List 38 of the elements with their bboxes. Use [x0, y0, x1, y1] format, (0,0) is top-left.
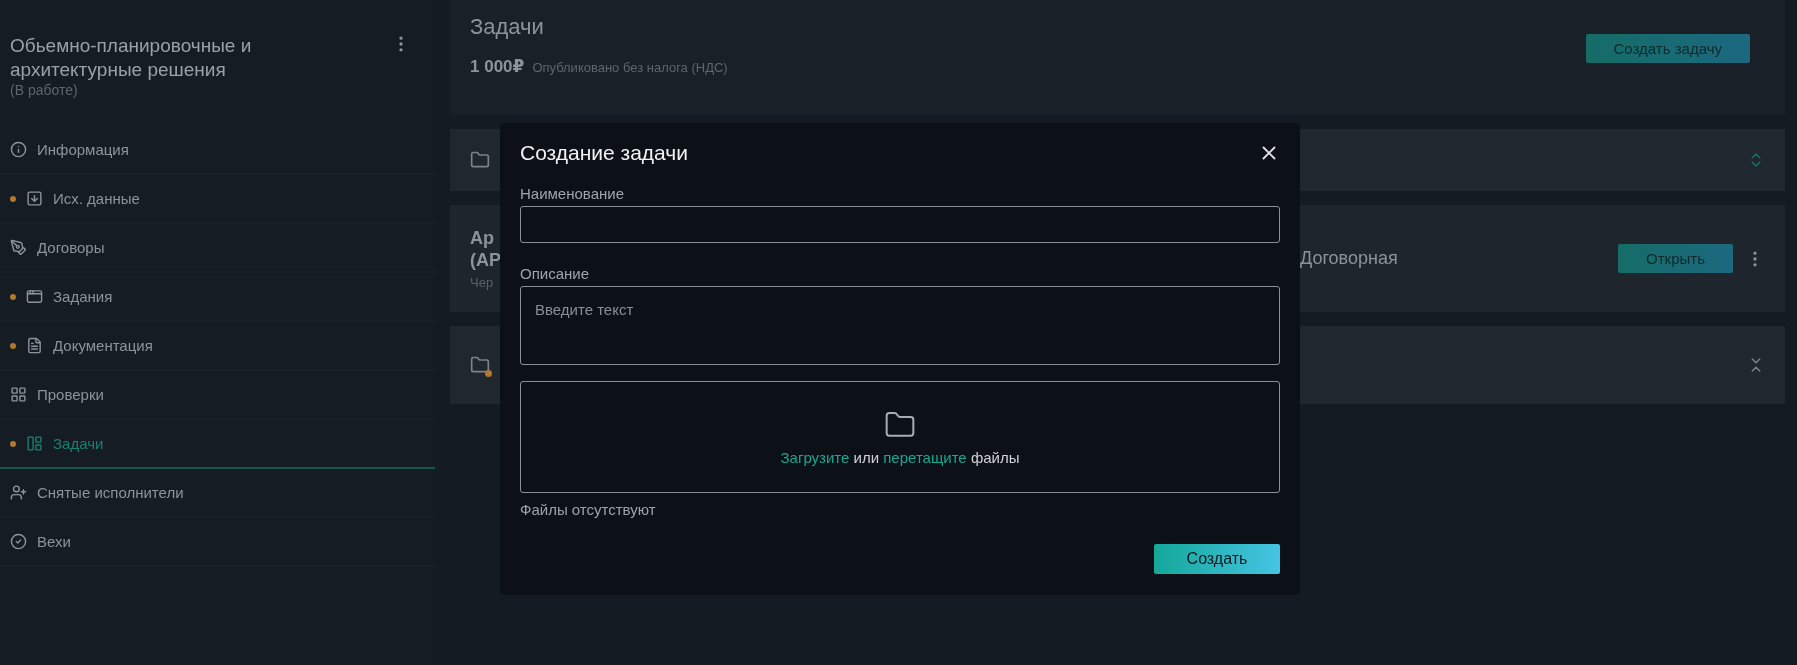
project-status: (В работе)	[10, 82, 79, 98]
item-icon	[26, 435, 43, 452]
modal-title: Создание задачи	[520, 141, 688, 165]
field-label: Наименование	[520, 185, 625, 202]
tax-note: Опубликовано без налога (НДС)	[532, 60, 728, 75]
sidebar-item[interactable]: Исх. данные	[0, 175, 435, 224]
sidebar-item[interactable]: Снятые исполнители	[0, 469, 435, 518]
sidebar-item[interactable]: Информация	[0, 126, 435, 175]
create-button[interactable]: Создать	[1154, 544, 1280, 574]
project-title: Обьемно-планировочные и архитектурные решения	[10, 34, 253, 82]
upload-link[interactable]: Загрузите	[780, 448, 850, 466]
task-price: Договорная	[1300, 248, 1399, 269]
task-title: (АР	[470, 249, 501, 271]
files-note: Файлы отсутствуют	[520, 501, 657, 518]
upload-link[interactable]: перетащите	[883, 448, 967, 466]
field-label: Описание	[520, 265, 591, 282]
description-field[interactable]: Введите текст	[520, 286, 1280, 365]
item-icon	[10, 239, 27, 256]
item-icon	[26, 337, 43, 354]
sidebar-item[interactable]: Задачи	[0, 420, 435, 469]
page-title: Задачи	[470, 14, 545, 40]
sidebar-item[interactable]: Договоры	[0, 224, 435, 273]
item-icon	[10, 484, 27, 501]
file-dropzone[interactable]: Загрузите или перетащите файлы	[520, 381, 1280, 493]
sidebar-item[interactable]: Задания	[0, 273, 435, 322]
sidebar-item[interactable]: Вехи	[0, 518, 435, 567]
amount: 1 000₽	[470, 56, 525, 77]
sidebar-item[interactable]: Проверки	[0, 371, 435, 420]
item-icon	[26, 288, 43, 305]
item-icon	[10, 141, 27, 158]
item-icon	[26, 190, 43, 207]
item-icon	[10, 386, 27, 403]
sidebar-item[interactable]: Документация	[0, 322, 435, 371]
task-title: Ар	[470, 227, 494, 249]
name-field[interactable]	[520, 206, 1280, 243]
dropzone-text: Загрузите или перетащите файлы	[780, 448, 1020, 466]
item-icon	[10, 533, 27, 550]
task-subtitle: Чер	[470, 275, 495, 290]
